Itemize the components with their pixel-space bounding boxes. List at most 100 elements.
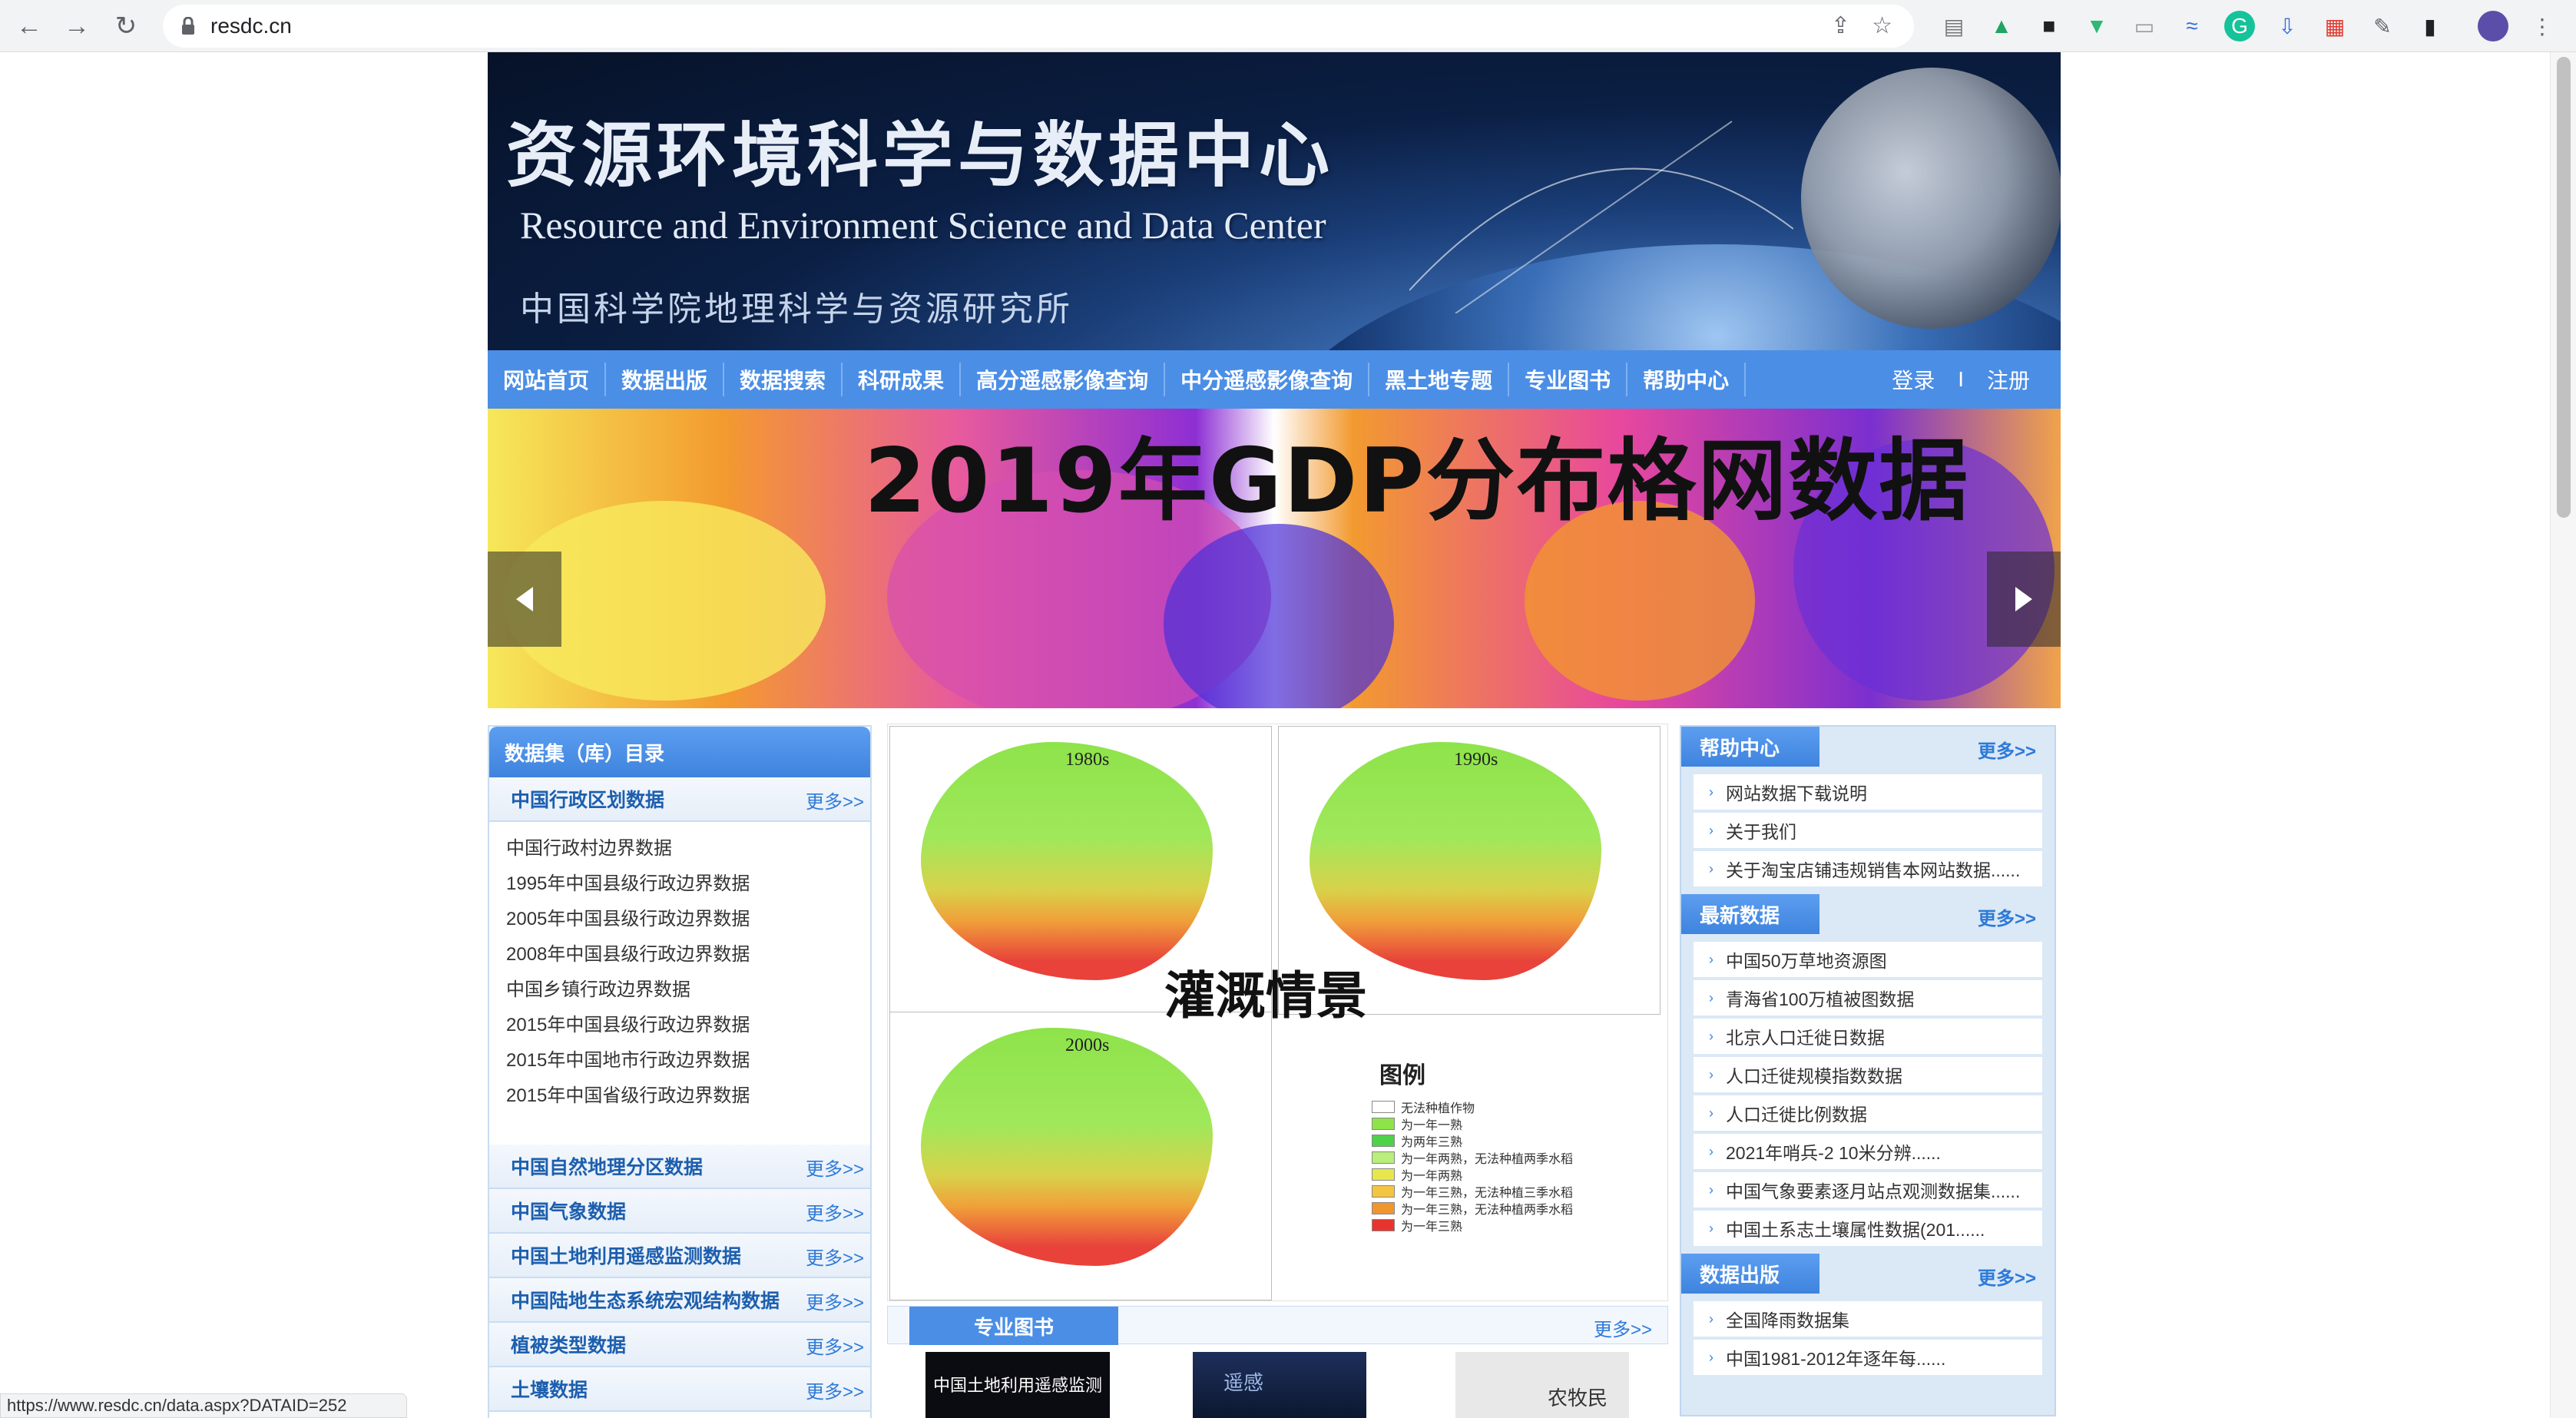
- nav-item-black-soil[interactable]: 黑土地专题: [1369, 350, 1508, 409]
- nav-item-data-search[interactable]: 数据搜索: [724, 350, 841, 409]
- list-item-label[interactable]: 中国1981-2012年逐年每......: [1726, 1344, 1945, 1370]
- list-item[interactable]: 2005年中国县级行政边界数据: [506, 902, 870, 937]
- sidebar-icon[interactable]: ▮: [2415, 11, 2445, 41]
- more-link[interactable]: 更多>>: [806, 787, 864, 813]
- shield-icon[interactable]: ▼: [2081, 11, 2112, 41]
- address-bar[interactable]: resdc.cn ⇪ ☆: [163, 5, 1914, 48]
- register-link[interactable]: 注册: [1987, 364, 2030, 395]
- list-item-label[interactable]: 人口迁徙规模指数数据: [1726, 1062, 1902, 1088]
- section-title[interactable]: 中国气象数据: [511, 1197, 626, 1224]
- more-link[interactable]: 更多>>: [806, 1198, 864, 1225]
- catalog-section[interactable]: 中国土地利用遥感监测数据 更多>>: [489, 1234, 870, 1278]
- nav-item-mid-res-imagery[interactable]: 中分遥感影像查询: [1165, 350, 1368, 409]
- more-link[interactable]: 更多>>: [806, 1332, 864, 1359]
- bookmark-star-icon[interactable]: ☆: [1872, 12, 1892, 39]
- section-title[interactable]: 土壤数据: [511, 1375, 588, 1403]
- list-item[interactable]: 2008年中国县级行政边界数据: [506, 937, 870, 972]
- download-icon[interactable]: ⇩: [2272, 11, 2303, 41]
- list-item[interactable]: › 网站数据下载说明: [1694, 774, 2042, 810]
- latest-data-title[interactable]: 最新数据: [1681, 894, 1819, 934]
- list-item-label[interactable]: 网站数据下载说明: [1726, 779, 1867, 805]
- more-link[interactable]: 更多>>: [1978, 903, 2036, 930]
- scrollbar-thumb[interactable]: [2557, 57, 2571, 518]
- list-item[interactable]: 2015年中国县级行政边界数据: [506, 1008, 870, 1043]
- catalog-section[interactable]: 中国陆地生态系统宏观结构数据 更多>>: [489, 1278, 870, 1323]
- section-title[interactable]: 中国行政区划数据: [511, 785, 664, 813]
- slider-prev-button[interactable]: [488, 552, 561, 647]
- login-link[interactable]: 登录: [1892, 364, 1935, 395]
- section-title[interactable]: 中国土地利用遥感监测数据: [511, 1241, 741, 1269]
- help-center-title[interactable]: 帮助中心: [1681, 727, 1819, 767]
- list-item[interactable]: › 中国气象要素逐月站点观测数据集......: [1694, 1172, 2042, 1208]
- list-item[interactable]: › 全国降雨数据集: [1694, 1301, 2042, 1337]
- list-item-label[interactable]: 中国气象要素逐月站点观测数据集......: [1726, 1177, 2020, 1203]
- catalog-section[interactable]: 中国自然地理分区数据 更多>>: [489, 1145, 870, 1189]
- list-item-label[interactable]: 全国降雨数据集: [1726, 1306, 1849, 1332]
- list-item[interactable]: 2015年中国省级行政边界数据: [506, 1078, 870, 1114]
- more-link[interactable]: 更多>>: [806, 1287, 864, 1314]
- slider-next-button[interactable]: [1987, 552, 2061, 647]
- list-item[interactable]: › 2021年哨兵-2 10米分辨......: [1694, 1134, 2042, 1169]
- featured-map-image[interactable]: 1980s 1990s 2000s 灌溉情景 图例 无法种植作物 为一年一熟 为…: [887, 724, 1668, 1301]
- list-item-label[interactable]: 关于我们: [1726, 817, 1796, 843]
- list-item[interactable]: › 人口迁徙规模指数数据: [1694, 1057, 2042, 1092]
- more-link[interactable]: 更多>>: [1594, 1314, 1652, 1341]
- extensions-icon[interactable]: ✎: [2367, 11, 2398, 41]
- book-cover[interactable]: 中国土地利用遥感监测: [925, 1352, 1110, 1418]
- tab-books[interactable]: 专业图书: [909, 1307, 1118, 1345]
- book-cover[interactable]: 遥感: [1193, 1352, 1366, 1418]
- nav-item-help[interactable]: 帮助中心: [1627, 350, 1744, 409]
- list-item[interactable]: 中国行政村边界数据: [506, 831, 870, 866]
- nav-item-home[interactable]: 网站首页: [488, 350, 604, 409]
- section-title[interactable]: 中国自然地理分区数据: [511, 1152, 703, 1180]
- grammarly-icon[interactable]: G: [2224, 11, 2255, 41]
- catalog-section[interactable]: 植被类型数据 更多>>: [489, 1323, 870, 1367]
- more-link[interactable]: 更多>>: [1978, 736, 2036, 763]
- list-item[interactable]: 2015年中国地市行政边界数据: [506, 1043, 870, 1078]
- list-item[interactable]: › 中国1981-2012年逐年每......: [1694, 1340, 2042, 1375]
- list-item[interactable]: 中国乡镇行政边界数据: [506, 972, 870, 1008]
- drive-icon[interactable]: ▲: [1986, 11, 2017, 41]
- more-link[interactable]: 更多>>: [806, 1154, 864, 1181]
- list-item-label[interactable]: 中国土系志土壤属性数据(201......: [1726, 1215, 1985, 1241]
- book-cover[interactable]: 农牧民: [1455, 1352, 1629, 1418]
- list-item[interactable]: › 关于淘宝店铺违规销售本网站数据......: [1694, 851, 2042, 886]
- list-item[interactable]: 1995年中国县级行政边界数据: [506, 866, 870, 902]
- extension-icon-2[interactable]: ▭: [2129, 11, 2160, 41]
- forward-icon[interactable]: →: [58, 8, 95, 45]
- reload-icon[interactable]: ↻: [108, 8, 144, 45]
- catalog-section[interactable]: 土壤数据 更多>>: [489, 1367, 870, 1412]
- more-link[interactable]: 更多>>: [806, 1243, 864, 1270]
- list-item-label[interactable]: 北京人口迁徙日数据: [1726, 1023, 1885, 1049]
- profile-avatar[interactable]: [2478, 11, 2508, 41]
- extension-icon-3[interactable]: ▦: [2319, 11, 2350, 41]
- list-item[interactable]: › 中国50万草地资源图: [1694, 942, 2042, 977]
- nav-item-data-publish[interactable]: 数据出版: [606, 350, 723, 409]
- extension-icon-1[interactable]: ■: [2034, 11, 2064, 41]
- list-item[interactable]: › 青海省100万植被图数据: [1694, 980, 2042, 1015]
- list-item-label[interactable]: 中国50万草地资源图: [1726, 946, 1887, 972]
- lock-icon[interactable]: [181, 16, 195, 35]
- wave-icon[interactable]: ≈: [2177, 11, 2207, 41]
- section-title[interactable]: 中国陆地生态系统宏观结构数据: [511, 1286, 780, 1314]
- menu-icon[interactable]: ⋮: [2527, 11, 2558, 41]
- more-link[interactable]: 更多>>: [806, 1377, 864, 1403]
- reader-icon[interactable]: ▤: [1939, 11, 1969, 41]
- share-icon[interactable]: ⇪: [1831, 12, 1850, 39]
- nav-item-books[interactable]: 专业图书: [1509, 350, 1626, 409]
- list-item[interactable]: › 北京人口迁徙日数据: [1694, 1019, 2042, 1054]
- list-item[interactable]: › 人口迁徙比例数据: [1694, 1095, 2042, 1131]
- catalog-section[interactable]: 中国气象数据 更多>>: [489, 1189, 870, 1234]
- nav-item-high-res-imagery[interactable]: 高分遥感影像查询: [961, 350, 1164, 409]
- list-item-label[interactable]: 2021年哨兵-2 10米分辨......: [1726, 1138, 1941, 1165]
- more-link[interactable]: 更多>>: [1978, 1263, 2036, 1290]
- nav-item-research[interactable]: 科研成果: [843, 350, 959, 409]
- list-item-label[interactable]: 青海省100万植被图数据: [1726, 985, 1914, 1011]
- data-publish-title[interactable]: 数据出版: [1681, 1254, 1819, 1294]
- list-item-label[interactable]: 人口迁徙比例数据: [1726, 1100, 1867, 1126]
- vertical-scrollbar[interactable]: [2550, 52, 2576, 1418]
- section-title[interactable]: 植被类型数据: [511, 1330, 626, 1358]
- list-item[interactable]: › 关于我们: [1694, 813, 2042, 848]
- back-icon[interactable]: ←: [11, 8, 48, 45]
- list-item-label[interactable]: 关于淘宝店铺违规销售本网站数据......: [1726, 856, 2020, 882]
